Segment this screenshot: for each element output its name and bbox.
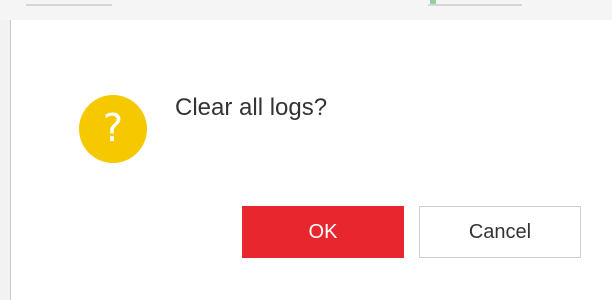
confirm-dialog: ? Clear all logs? OK Cancel: [10, 20, 612, 300]
background-text-fragment: [428, 0, 522, 6]
cancel-button-label: Cancel: [468, 220, 532, 243]
page: ? Clear all logs? OK Cancel: [0, 0, 612, 300]
background-page-strip: [0, 0, 612, 20]
ok-button-label: OK: [308, 220, 338, 243]
background-text-fragment: [26, 0, 112, 6]
question-glyph: ?: [102, 106, 124, 150]
ok-button[interactable]: OK: [242, 206, 404, 258]
question-icon: ?: [79, 95, 147, 163]
cancel-button[interactable]: Cancel: [419, 206, 581, 258]
dialog-message: Clear all logs?: [175, 94, 328, 121]
